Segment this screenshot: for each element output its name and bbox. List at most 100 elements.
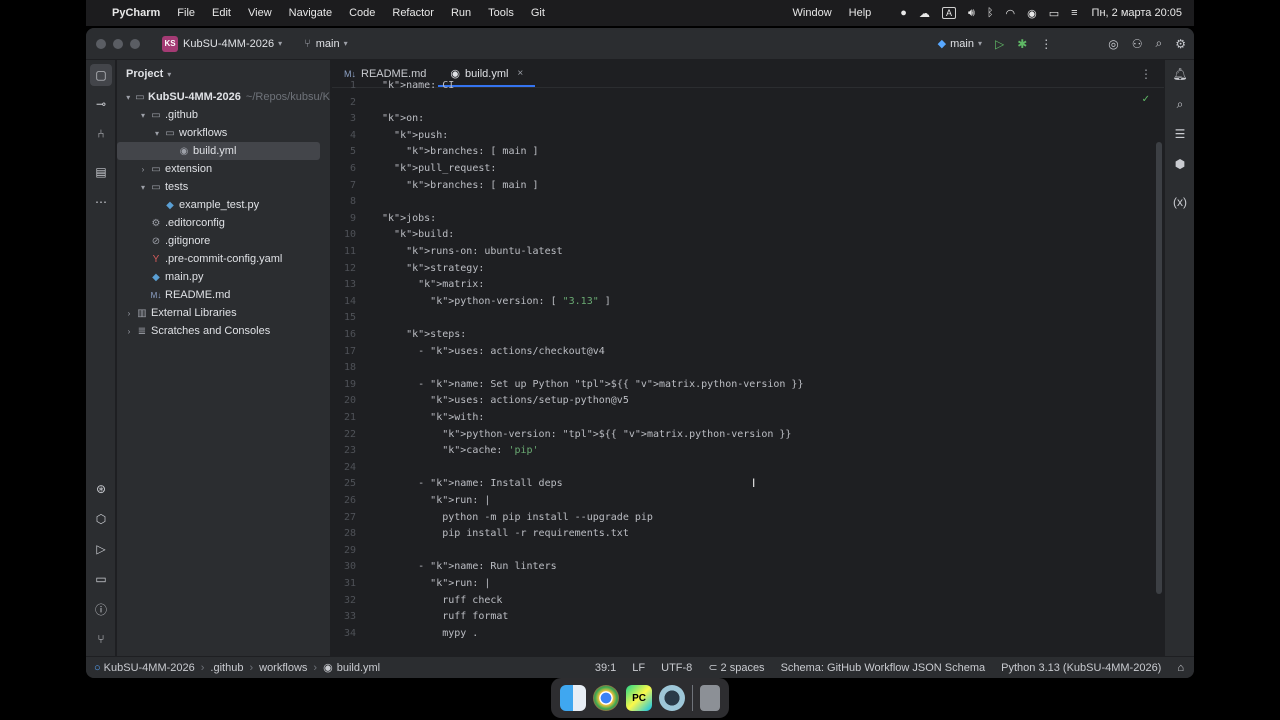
code-line[interactable]: "k">name: CI [382, 80, 454, 91]
code-line[interactable]: - "k">uses: actions/checkout@v4 [382, 346, 605, 357]
tree-item[interactable]: ◆ main.py [117, 268, 330, 286]
python-interpreter[interactable]: Python 3.13 (KubSU-4MM-2026) [1001, 662, 1161, 674]
tab-actions-icon[interactable]: ⋮ [1140, 67, 1152, 81]
tree-item[interactable]: ◆ example_test.py [117, 196, 330, 214]
cloud-icon[interactable]: ☁ [919, 7, 930, 20]
close-window-button[interactable] [96, 38, 106, 49]
menu-clock[interactable]: Пн, 2 марта 20:05 [1092, 7, 1182, 19]
code-line[interactable]: "k">run: | [382, 495, 490, 506]
code-line[interactable]: "k">push: [382, 130, 448, 141]
code-line[interactable]: - "k">name: Run linters [382, 561, 557, 572]
project-badge[interactable]: KS [162, 35, 178, 52]
line-separator[interactable]: LF [632, 662, 645, 674]
indent-setting[interactable]: 2 spaces [721, 662, 765, 674]
search-icon[interactable]: ⌕ [1156, 36, 1163, 51]
code-line[interactable]: mypy . [382, 628, 478, 639]
code-line[interactable]: "k">on: [382, 113, 424, 124]
code-line[interactable]: ruff format [382, 611, 508, 622]
finder-icon[interactable] [560, 685, 587, 711]
code-line[interactable]: "k">uses: actions/setup-python@v5 [382, 395, 629, 406]
terminal-icon[interactable]: ▭ [93, 571, 109, 587]
project-tool-icon[interactable]: ▢ [90, 64, 112, 86]
chrome-icon[interactable] [593, 685, 620, 711]
menu-help[interactable]: Help [849, 7, 872, 19]
menu-refactor[interactable]: Refactor [392, 7, 434, 19]
chevron-down-icon[interactable]: ▾ [151, 129, 163, 138]
code-line[interactable]: "k">pull_request: [382, 163, 496, 174]
add-user-icon[interactable]: ⚇ [1132, 37, 1143, 51]
code-line[interactable]: "k">with: [382, 412, 484, 423]
record-icon[interactable]: ● [900, 7, 907, 19]
tree-item[interactable]: › ▥ External Libraries [117, 304, 330, 322]
menu-tools[interactable]: Tools [488, 7, 514, 19]
breadcrumb-project[interactable]: KubSU-4MM-2026 [104, 662, 195, 674]
more-tools-icon[interactable]: ⋯ [93, 194, 109, 210]
pull-requests-icon[interactable]: ⑃ [93, 126, 109, 142]
project-panel-header[interactable]: Project ▾ [117, 60, 330, 88]
git-branch-icon[interactable]: ⑂ [304, 38, 311, 50]
code-line[interactable]: "k">strategy: [382, 263, 484, 274]
code-line[interactable]: "k">run: | [382, 578, 490, 589]
python-packages-icon[interactable]: ⊛ [93, 481, 109, 497]
code-line[interactable]: pip install -r requirements.txt [382, 528, 629, 539]
menu-edit[interactable]: Edit [212, 7, 231, 19]
caret-position[interactable]: 39:1 [595, 662, 616, 674]
chevron-down-icon[interactable]: ▾ [123, 93, 134, 102]
debug-icon[interactable]: ✱ [1017, 37, 1027, 51]
chevron-down-icon[interactable]: ▾ [278, 39, 282, 48]
plugin-icon[interactable]: ⬢ [1172, 156, 1188, 172]
commit-tool-icon[interactable]: ⊸ [93, 96, 109, 112]
wifi-icon[interactable]: ◠ [1006, 7, 1016, 20]
tree-item[interactable]: ◉ build.yml [117, 142, 320, 160]
branch-switcher[interactable]: main [316, 38, 340, 50]
menu-navigate[interactable]: Navigate [289, 7, 332, 19]
tree-item[interactable]: ▾ ▭ tests [117, 178, 330, 196]
chevron-down-icon[interactable]: ▾ [978, 39, 982, 48]
menu-file[interactable]: File [177, 7, 195, 19]
database-icon[interactable]: ☰ [1172, 126, 1188, 142]
code-line[interactable]: "k">jobs: [382, 213, 436, 224]
breadcrumb-workflows[interactable]: workflows [259, 662, 307, 674]
control-center-icon[interactable]: ≡ [1071, 7, 1077, 19]
chevron-right-icon[interactable]: › [123, 309, 135, 318]
services-icon[interactable]: ⬡ [93, 511, 109, 527]
git-tool-icon[interactable]: ⑂ [93, 631, 109, 647]
run-tool-icon[interactable]: ▷ [93, 541, 109, 557]
chevron-down-icon[interactable]: ▾ [137, 183, 149, 192]
breadcrumb-file[interactable]: build.yml [337, 662, 380, 674]
tree-item[interactable]: M↓ README.md [117, 286, 330, 304]
pycharm-icon[interactable]: PC [626, 685, 653, 711]
tree-item[interactable]: Y .pre-commit-config.yaml [117, 250, 330, 268]
code-line[interactable]: "k">steps: [382, 329, 466, 340]
tree-item[interactable]: › ≣ Scratches and Consoles [117, 322, 330, 340]
notifications-icon[interactable]: 🔔︎ [1172, 66, 1188, 82]
tree-item[interactable]: ⚙ .editorconfig [117, 214, 330, 232]
menu-view[interactable]: View [248, 7, 272, 19]
run-icon[interactable]: ▷ [995, 37, 1004, 51]
project-switcher[interactable]: KubSU-4MM-2026 [183, 38, 274, 50]
code-line[interactable]: - "k">name: Install deps [382, 478, 563, 489]
chevron-down-icon[interactable]: ▾ [344, 39, 348, 48]
minimize-window-button[interactable] [113, 38, 123, 49]
no-problems-check-icon[interactable]: ✓ [1142, 94, 1150, 105]
read-only-toggle-icon[interactable]: ⌂ [1177, 662, 1184, 674]
code-line[interactable]: "k">branches: [ main ] [382, 180, 538, 191]
menu-code[interactable]: Code [349, 7, 375, 19]
variables-icon[interactable]: (x) [1172, 194, 1188, 210]
input-source-indicator[interactable]: A [941, 7, 956, 19]
ai-assistant-icon[interactable]: ◎ [1108, 37, 1118, 51]
menu-window[interactable]: Window [793, 7, 832, 19]
chevron-down-icon[interactable]: ▾ [137, 111, 149, 120]
menu-git[interactable]: Git [531, 7, 545, 19]
code-line[interactable]: "k">matrix: [382, 279, 484, 290]
chevron-right-icon[interactable]: › [137, 165, 149, 174]
code-line[interactable]: "k">runs-on: ubuntu-latest [382, 246, 563, 257]
tree-item[interactable]: ⊘ .gitignore [117, 232, 330, 250]
battery-icon[interactable]: ▭ [1049, 7, 1059, 20]
run-config-selector[interactable]: main [950, 38, 974, 50]
settings-gear-icon[interactable]: ⚙ [1175, 37, 1186, 51]
more-actions-icon[interactable]: ⋮ [1040, 37, 1052, 51]
menu-run[interactable]: Run [451, 7, 471, 19]
bluetooth-icon[interactable]: ᛒ [987, 7, 994, 19]
volume-icon[interactable]: 🔊︎ [968, 7, 975, 20]
